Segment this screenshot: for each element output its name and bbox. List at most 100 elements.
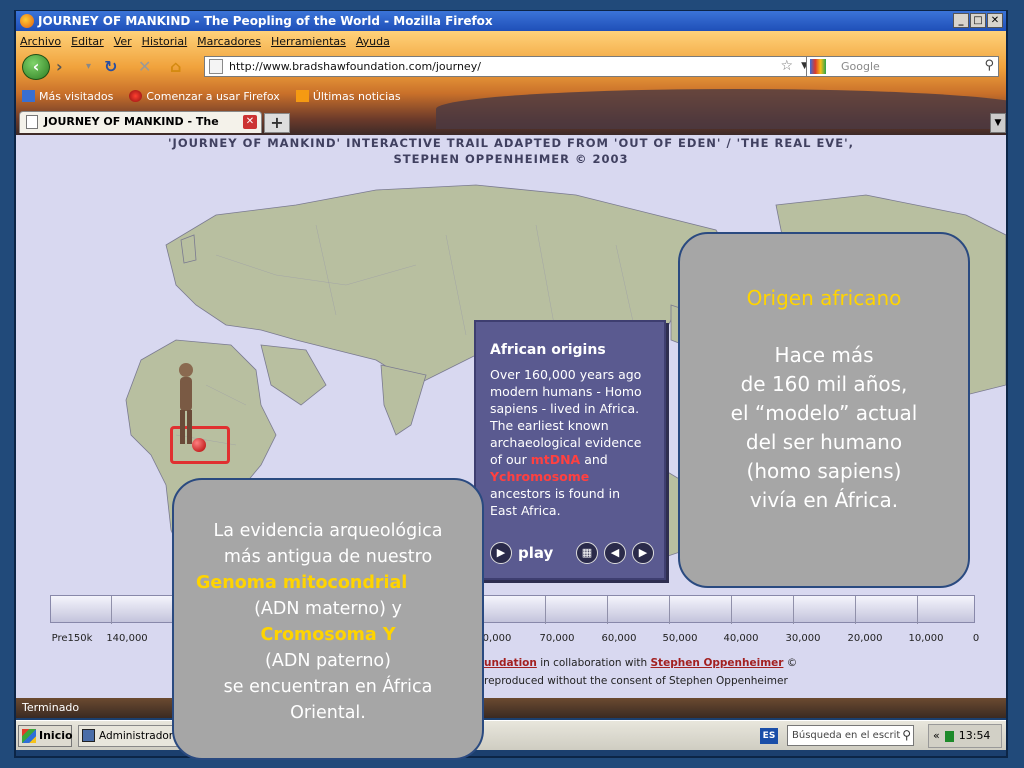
status-bar: Terminado: [16, 698, 1006, 718]
bookmark-label: Últimas noticias: [312, 89, 401, 103]
stop-icon[interactable]: ✕: [138, 57, 151, 76]
tick-label: Pre150k: [51, 633, 93, 644]
timeline-divider: [111, 596, 112, 624]
navigation-toolbar: ‹ › ▾ ↻ ✕ ⌂ http://www.bradshawfoundatio…: [16, 51, 1006, 83]
credit-middle: in collaboration with: [540, 657, 648, 669]
timeline-divider: [855, 596, 856, 624]
menu-archivo[interactable]: Archivo: [20, 35, 61, 48]
callout-line: del ser humano: [745, 430, 903, 454]
start-label: Inicio: [39, 729, 73, 742]
play-label[interactable]: play: [518, 544, 553, 562]
firefox-bookmark-icon: [129, 90, 143, 102]
back-arrow-icon[interactable]: ‹: [22, 54, 50, 80]
search-icon[interactable]: ⚲: [984, 56, 994, 75]
credit-line: undation in collaboration with Stephen O…: [484, 657, 797, 669]
menu-historial[interactable]: Historial: [142, 35, 187, 48]
mtdna-label: mtDNA: [530, 452, 581, 467]
timeline-divider: [545, 596, 546, 624]
history-dropdown-icon[interactable]: ▾: [86, 61, 91, 72]
taskbar-item-administrador[interactable]: Administrador de: [78, 725, 178, 747]
tick-label: 50,000: [662, 633, 698, 644]
oppenheimer-link[interactable]: Stephen Oppenheimer: [651, 657, 784, 669]
next-icon[interactable]: ▶: [632, 542, 654, 564]
britain-landmass: [180, 234, 197, 264]
callout-line: (ADN materno) y: [254, 599, 402, 619]
panel-text: Over 160,000 years ago modern humans - H…: [490, 366, 650, 519]
page-header: 'JOURNEY OF MANKIND' INTERACTIVE TRAIL A…: [16, 135, 1006, 167]
callout-line: se encuentran en África: [223, 677, 433, 697]
play-icon[interactable]: ▶: [490, 542, 512, 564]
tab-bar: JOURNEY OF MANKIND - The Peopl... ✕ + ▼: [16, 109, 1006, 135]
bookmarks-toolbar: Más visitados Comenzar a usar Firefox Úl…: [16, 85, 401, 107]
menu-editar[interactable]: Editar: [71, 35, 104, 48]
window-titlebar[interactable]: JOURNEY OF MANKIND - The Peopling of the…: [16, 11, 1006, 31]
african-origins-panel: African origins Over 160,000 years ago m…: [474, 320, 666, 580]
ychromosome-label: Ychromosome: [490, 469, 590, 484]
timeline-divider: [793, 596, 794, 624]
home-icon[interactable]: ⌂: [170, 57, 181, 76]
tray-expand-icon[interactable]: «: [933, 725, 940, 747]
callout-ychrom-highlight: Cromosoma Y: [260, 625, 396, 645]
menu-marcadores[interactable]: Marcadores: [197, 35, 261, 48]
tick-label: 60,000: [601, 633, 637, 644]
tick-label: 10,000: [908, 633, 944, 644]
status-text: Terminado: [22, 701, 80, 714]
tick-label: 140,000: [106, 633, 148, 644]
system-tray: « 13:54: [928, 724, 1002, 748]
language-indicator[interactable]: ES: [760, 728, 778, 744]
book-icon[interactable]: ▦: [576, 542, 598, 564]
foundation-link[interactable]: undation: [484, 657, 537, 669]
callout-line: Oriental.: [290, 703, 366, 723]
address-bar[interactable]: http://www.bradshawfoundation.com/journe…: [204, 56, 814, 77]
search-box[interactable]: Google ⚲: [806, 56, 999, 77]
callout-line: de 160 mil años,: [740, 372, 908, 396]
desktop-search-input[interactable]: Búsqueda en el escrit ⚲: [787, 725, 914, 746]
page-header-line1: 'JOURNEY OF MANKIND' INTERACTIVE TRAIL A…: [168, 136, 854, 150]
tab-journey-of-mankind[interactable]: JOURNEY OF MANKIND - The Peopl... ✕: [19, 111, 262, 133]
windows-logo-icon: [22, 729, 36, 743]
bookmark-comenzar[interactable]: Comenzar a usar Firefox: [129, 90, 280, 103]
menu-ayuda[interactable]: Ayuda: [356, 35, 390, 48]
bookmark-label: Más visitados: [39, 89, 114, 103]
bookmark-mas-visitados[interactable]: Más visitados: [22, 90, 113, 103]
start-button[interactable]: Inicio: [18, 725, 73, 747]
tick-label: 40,000: [723, 633, 759, 644]
network-status-icon[interactable]: [944, 730, 954, 742]
maximize-button[interactable]: □: [970, 13, 986, 28]
taskbar-item-label: Administrador de: [99, 730, 177, 742]
new-tab-button[interactable]: +: [264, 113, 290, 133]
desktop-search-placeholder: Búsqueda en el escrit: [792, 730, 901, 741]
reload-icon[interactable]: ↻: [104, 57, 117, 76]
callout-line: (ADN paterno): [265, 651, 391, 671]
tick-label: 30,000: [785, 633, 821, 644]
page-header-line2: STEPHEN OPPENHEIMER © 2003: [393, 152, 629, 166]
callout-line: vivía en África.: [749, 488, 899, 512]
close-button[interactable]: ✕: [987, 13, 1003, 28]
rss-feed-icon: [295, 90, 309, 102]
timeline-ticks: Pre150k 140,000 0,000 70,000 60,000 50,0…: [16, 633, 1006, 647]
minimize-button[interactable]: _: [953, 13, 969, 28]
close-tab-icon[interactable]: ✕: [243, 115, 257, 129]
credit-copyright: ©: [786, 657, 798, 669]
copyright-notice: reproduced without the consent of Stephe…: [484, 675, 788, 687]
tick-label: 0,000: [482, 633, 512, 644]
browser-chrome: Archivo Editar Ver Historial Marcadores …: [16, 31, 1006, 135]
forward-arrow-icon[interactable]: ›: [56, 57, 63, 76]
previous-icon[interactable]: ◀: [604, 542, 626, 564]
panel-text-part2: ancestors is found in East Africa.: [490, 486, 620, 518]
tab-list-dropdown-icon[interactable]: ▼: [990, 113, 1006, 133]
human-figure-icon: [179, 363, 193, 444]
clock[interactable]: 13:54: [959, 725, 991, 747]
bookmark-ultimas-noticias[interactable]: Últimas noticias: [295, 89, 401, 103]
menu-herramientas[interactable]: Herramientas: [271, 35, 346, 48]
timeline-divider: [607, 596, 608, 624]
menu-ver[interactable]: Ver: [114, 35, 132, 48]
computer-icon: [82, 729, 95, 742]
google-engine-icon[interactable]: [810, 59, 826, 74]
search-icon[interactable]: ⚲: [902, 726, 911, 745]
page-icon: [26, 115, 38, 129]
bookmark-star-icon[interactable]: ☆: [780, 57, 793, 76]
timeline-divider: [669, 596, 670, 624]
callout-heading: Origen africano: [746, 286, 902, 310]
window-title: JOURNEY OF MANKIND - The Peopling of the…: [38, 14, 493, 28]
